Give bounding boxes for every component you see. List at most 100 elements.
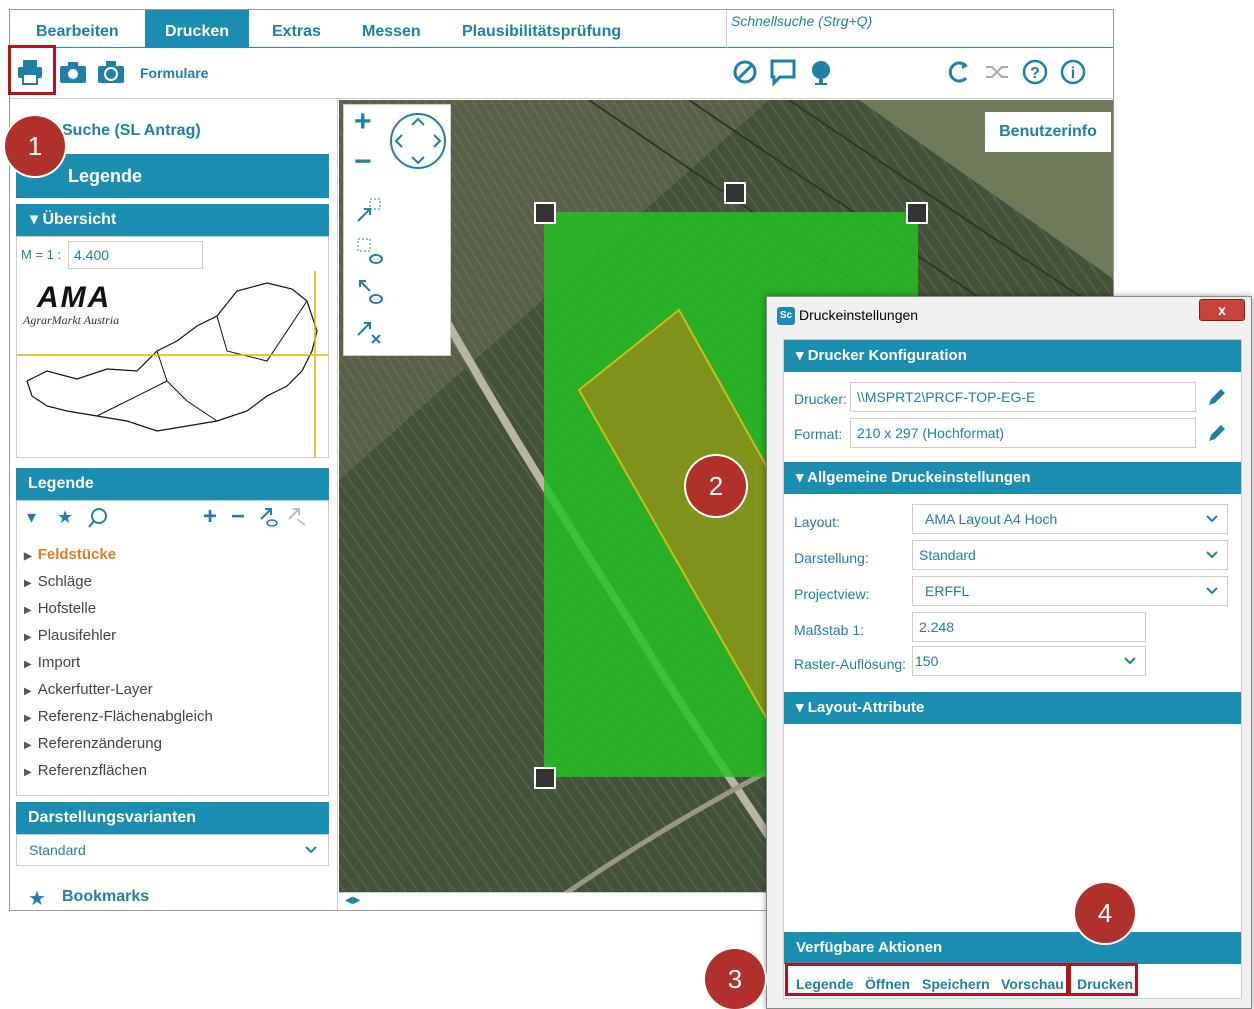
- chevron-down-icon: [304, 835, 318, 875]
- hide-layer-icon[interactable]: [285, 505, 307, 532]
- select-area-icon[interactable]: [356, 197, 384, 230]
- expand-arrow-icon[interactable]: ▶: [24, 578, 32, 589]
- step-badge-2: 2: [686, 456, 746, 516]
- search-title[interactable]: Suche (SL Antrag): [62, 122, 201, 140]
- legend-item-label: Feldstücke: [37, 546, 117, 563]
- legend-item-referenzflaechen[interactable]: ▶ Referenzflächen: [24, 762, 147, 779]
- svg-text:i: i: [1071, 65, 1075, 82]
- format-label: Format:: [794, 426, 843, 442]
- darstellung-label: Darstellung:: [794, 550, 869, 566]
- overview-header[interactable]: ▾ Übersicht: [16, 204, 329, 236]
- map-controls: + −: [343, 104, 451, 356]
- legend-item-label: Referenz-Flächenabgleich: [37, 708, 213, 725]
- toolbar: Formulare ? i: [10, 49, 1113, 99]
- no-entry-icon[interactable]: [730, 57, 760, 87]
- legend-item-plausifehler[interactable]: ▶ Plausifehler: [24, 627, 116, 644]
- expand-arrow-icon[interactable]: ▶: [24, 767, 32, 778]
- format-field[interactable]: 210 x 297 (Hochformat): [850, 418, 1196, 448]
- raster-label: Raster-Auflösung:: [794, 656, 907, 672]
- massstab-label: Maßstab 1:: [794, 622, 865, 638]
- menu-bar: Bearbeiten Drucken Extras Messen Plausib…: [10, 10, 1113, 48]
- remove-icon[interactable]: −: [231, 503, 245, 531]
- menu-bearbeiten[interactable]: Bearbeiten: [16, 10, 139, 48]
- info-icon[interactable]: i: [1058, 57, 1088, 87]
- show-layer-icon[interactable]: [257, 505, 279, 532]
- expand-arrow-icon[interactable]: ▶: [24, 659, 32, 670]
- camera-filled-icon[interactable]: [96, 57, 126, 87]
- legend-header[interactable]: Legende: [16, 468, 329, 500]
- printer-config-header[interactable]: ▾ Drucker Konfiguration: [784, 340, 1241, 372]
- close-button[interactable]: x: [1199, 299, 1245, 321]
- camera-icon[interactable]: [58, 57, 88, 87]
- expand-arrow-icon[interactable]: ▶: [24, 686, 32, 697]
- app-icon: Sc: [777, 307, 795, 325]
- add-icon[interactable]: +: [203, 503, 217, 531]
- raster-select[interactable]: 150: [912, 646, 1146, 676]
- variants-header[interactable]: Darstellungsvarianten: [16, 802, 329, 834]
- filter-icon[interactable]: ▾: [27, 507, 36, 528]
- quicksearch-input[interactable]: Schnellsuche (Strg+Q): [726, 10, 1113, 48]
- scale-input[interactable]: 4.400: [68, 241, 203, 269]
- svg-text:?: ?: [1030, 65, 1040, 82]
- projectview-label: Projectview:: [794, 586, 870, 602]
- legend-item-hofstelle[interactable]: ▶ Hofstelle: [24, 600, 96, 617]
- drucker-field[interactable]: \\MSPRT2\PRCF-TOP-EG-E: [850, 382, 1196, 412]
- expand-arrow-icon[interactable]: ▶: [24, 632, 32, 643]
- legend-item-feldstuecke[interactable]: ▶ Feldstücke: [24, 546, 116, 563]
- darstellung-select[interactable]: Standard: [912, 540, 1228, 570]
- legend-item-referenz-flaechenabgleich[interactable]: ▶ Referenz-Flächenabgleich: [24, 708, 213, 725]
- expand-arrow-icon[interactable]: ▶: [24, 740, 32, 751]
- menu-drucken[interactable]: Drucken: [145, 10, 250, 48]
- search-icon[interactable]: [87, 507, 109, 534]
- austria-overview-map: [17, 271, 328, 457]
- edit-pencil-icon[interactable]: [1206, 386, 1228, 413]
- menu-plausibilitaetspruefung[interactable]: Plausibilitätsprüfung: [442, 10, 641, 48]
- pan-control-icon[interactable]: [388, 111, 448, 176]
- expand-arrow-icon[interactable]: ▶: [24, 605, 32, 616]
- projectview-select[interactable]: ERFFL: [912, 576, 1228, 606]
- menu-messen[interactable]: Messen: [342, 10, 441, 48]
- shuffle-icon[interactable]: [982, 57, 1012, 87]
- legend-item-ackerfutter[interactable]: ▶ Ackerfutter-Layer: [24, 681, 153, 698]
- benutzerinfo-button[interactable]: Benutzerinfo: [985, 112, 1111, 152]
- massstab-input[interactable]: 2.248: [912, 612, 1146, 642]
- dialog-title: Druckeinstellungen: [799, 307, 919, 323]
- zoom-box-icon[interactable]: [356, 237, 384, 270]
- legend-item-label: Schläge: [37, 573, 92, 590]
- drucker-label: Drucker:: [794, 391, 847, 407]
- zoom-out-icon[interactable]: −: [354, 145, 372, 179]
- comment-icon[interactable]: [768, 57, 798, 87]
- expand-arrow-icon[interactable]: ▶: [24, 551, 32, 562]
- general-settings-header[interactable]: ▾ Allgemeine Druckeinstellungen: [784, 462, 1241, 494]
- legend-main-header[interactable]: Legende: [16, 154, 329, 198]
- projectview-select-value: ERFFL: [925, 583, 970, 599]
- legend-item-label: Hofstelle: [37, 600, 97, 617]
- layout-select-value: AMA Layout A4 Hoch: [925, 511, 1058, 527]
- edit-pencil-icon[interactable]: [1206, 422, 1228, 449]
- back-view-icon[interactable]: [356, 277, 384, 310]
- refresh-icon[interactable]: [944, 57, 974, 87]
- zoom-in-icon[interactable]: +: [354, 105, 372, 139]
- variants-select[interactable]: Standard: [16, 834, 329, 866]
- globe-icon[interactable]: [806, 57, 836, 87]
- bookmarks-link[interactable]: Bookmarks: [62, 888, 149, 906]
- expand-arrow-icon[interactable]: ▶: [24, 713, 32, 724]
- step-badge-3: 3: [705, 949, 765, 1009]
- bookmark-star-icon: ★: [28, 888, 46, 910]
- left-panel: Suche (SL Antrag) Legende ▾ Übersicht M …: [10, 100, 338, 910]
- step-badge-1: 1: [5, 116, 65, 176]
- overview-panel: M = 1 : 4.400 AMA AgrarMarkt Austria: [16, 236, 329, 458]
- legend-item-referenzaenderung[interactable]: ▶ Referenzänderung: [24, 735, 162, 752]
- legend-item-schlaege[interactable]: ▶ Schläge: [24, 573, 92, 590]
- formulare-button[interactable]: Formulare: [140, 65, 208, 81]
- layout-select[interactable]: AMA Layout A4 Hoch: [912, 504, 1228, 534]
- clear-selection-icon[interactable]: [356, 317, 384, 350]
- layout-attributes-header[interactable]: ▾ Layout-Attribute: [784, 692, 1241, 724]
- resize-arrows-icon[interactable]: ◀▶: [345, 895, 360, 906]
- star-icon[interactable]: ★: [57, 507, 73, 528]
- actions-header: Verfügbare Aktionen: [784, 932, 1241, 964]
- menu-extras[interactable]: Extras: [252, 10, 341, 48]
- raster-select-value: 150: [915, 653, 939, 669]
- legend-item-import[interactable]: ▶ Import: [24, 654, 80, 671]
- help-icon[interactable]: ?: [1020, 57, 1050, 87]
